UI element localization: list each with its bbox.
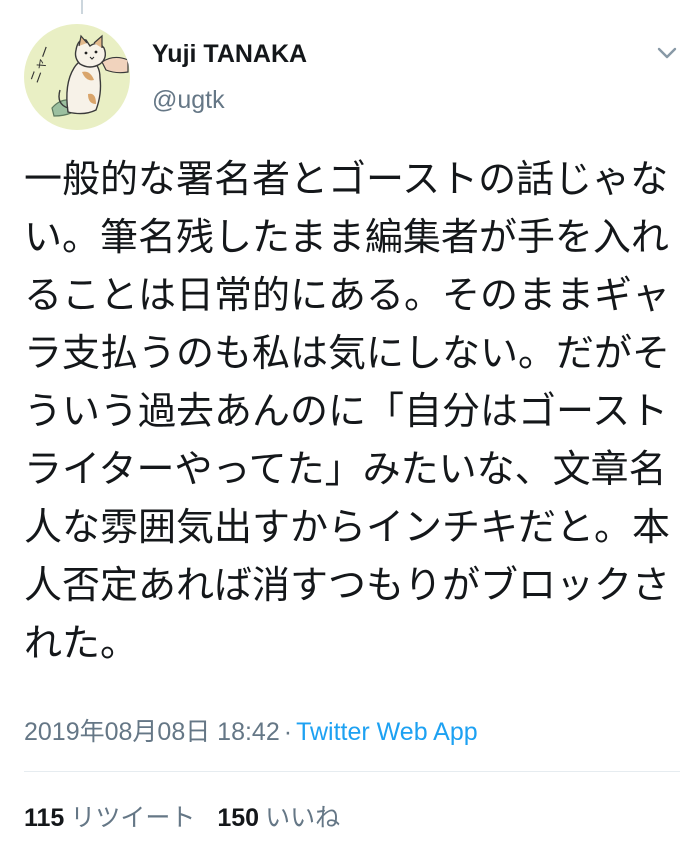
avatar[interactable]: ニャー [24,24,130,130]
more-options-button[interactable] [652,38,682,68]
retweets-label: リツイート [70,804,196,832]
retweets-stat[interactable]: 115 リツイート [24,798,195,834]
author-name[interactable]: Yuji TANAKA [152,40,307,69]
tweet-text: 一般的な署名者とゴーストの話じゃない。筆名残したまま編集者が手を入れることは日常… [24,157,671,665]
author-handle[interactable]: @ugtk [152,86,225,115]
divider [24,771,680,772]
tweet-source-link[interactable]: Twitter Web App [296,718,478,746]
likes-count: 150 [217,804,260,832]
cat-illustration-icon: ニャー [28,34,129,117]
retweets-count: 115 [24,804,65,832]
meta-separator: · [283,718,293,746]
tweet-timestamp[interactable]: 2019年08月08日 18:42 [24,718,280,746]
avatar-text: ニャー [28,44,55,86]
likes-stat[interactable]: 150 いいね [217,798,340,834]
tweet-meta: 2019年08月08日 18:42 · Twitter Web App [24,712,478,748]
thread-connector-line [81,0,83,14]
chevron-down-icon [657,47,677,59]
likes-label: いいね [265,804,341,832]
tweet-stats: 115 リツイート 150 いいね [24,798,340,834]
